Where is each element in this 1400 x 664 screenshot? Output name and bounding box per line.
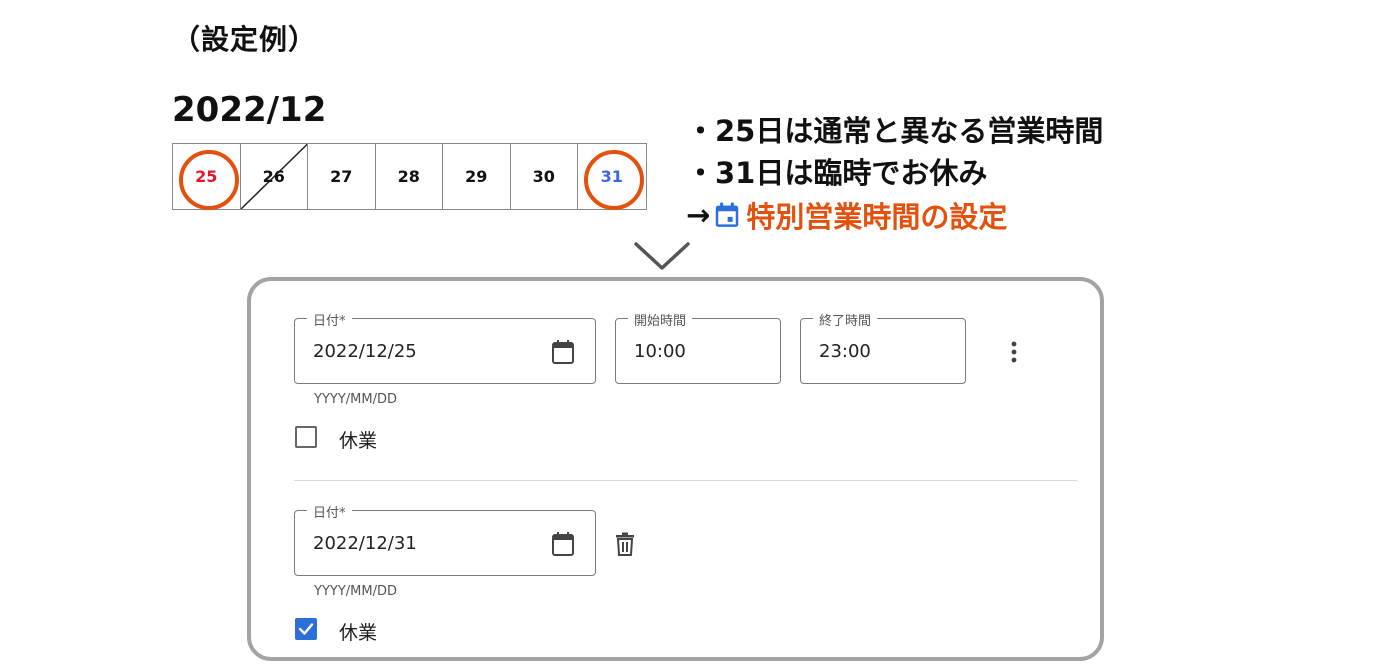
end-time-label: 終了時間 <box>813 310 878 329</box>
special-hours-link-text: 特別営業時間の設定 <box>746 200 1008 234</box>
date-field-1[interactable]: 日付* 2022/12/25 <box>294 310 596 384</box>
calendar-day-25: 25 <box>173 144 241 210</box>
note-line-1: ・25日は通常と異なる営業時間 <box>686 114 1104 148</box>
calendar-day-label: 28 <box>397 167 420 186</box>
calendar-day-label: 29 <box>465 167 488 186</box>
start-time-field[interactable]: 開始時間 10:00 <box>615 310 781 384</box>
calendar-icon[interactable] <box>551 339 575 365</box>
calendar-day-30: 30 <box>511 144 578 209</box>
date-field-value: 2022/12/31 <box>313 533 417 554</box>
date-field-value: 2022/12/25 <box>313 341 417 362</box>
calendar-day-31: 31 <box>578 144 646 210</box>
trash-icon[interactable] <box>613 531 637 557</box>
note-line-3: → 特別営業時間の設定 <box>686 194 1007 236</box>
entry-divider <box>294 480 1077 481</box>
calendar-day-29: 29 <box>443 144 511 209</box>
start-time-label: 開始時間 <box>628 310 693 329</box>
example-title: （設定例） <box>172 23 318 56</box>
calendar-day-label: 25 <box>195 167 218 186</box>
calendar-day-label: 30 <box>532 167 555 186</box>
closed-checkbox-2[interactable] <box>295 618 317 640</box>
calendar-icon <box>716 202 739 227</box>
closed-checkbox-1[interactable] <box>295 426 317 448</box>
calendar-day-label: 26 <box>262 167 285 186</box>
calendar-day-26: 26 <box>240 144 308 209</box>
month-title: 2022/12 <box>172 90 327 130</box>
end-time-value: 23:00 <box>819 341 871 362</box>
closed-checkbox-label: 休業 <box>339 430 378 452</box>
calendar-day-label: 31 <box>600 167 623 186</box>
end-time-field[interactable]: 終了時間 23:00 <box>800 310 966 384</box>
note-line-2: ・31日は臨時でお休み <box>686 156 988 190</box>
calendar-day-28: 28 <box>376 144 443 209</box>
start-time-value: 10:00 <box>634 341 686 362</box>
calendar-day-27: 27 <box>308 144 376 209</box>
date-field-label: 日付* <box>307 502 352 521</box>
date-field-2[interactable]: 日付* 2022/12/31 <box>294 502 596 576</box>
calendar-day-label: 27 <box>330 167 353 186</box>
more-vert-icon[interactable] <box>1002 339 1026 365</box>
date-helper-text: YYYY/MM/DD <box>314 392 397 407</box>
checkmark-icon <box>298 623 314 635</box>
closed-checkbox-label: 休業 <box>339 622 378 644</box>
date-field-label: 日付* <box>307 310 352 329</box>
arrow-text: → <box>686 198 711 232</box>
calendar-strip: 25 26 27 28 29 30 31 <box>172 143 647 210</box>
calendar-icon[interactable] <box>551 531 575 557</box>
chevron-down-icon <box>634 242 690 270</box>
date-helper-text: YYYY/MM/DD <box>314 584 397 599</box>
